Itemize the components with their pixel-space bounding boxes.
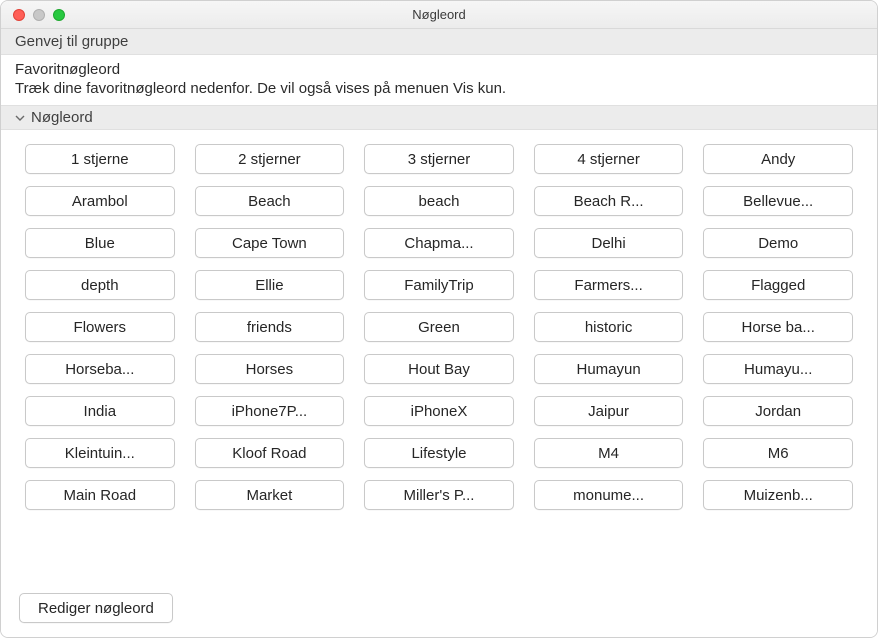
keyword-button[interactable]: FamilyTrip (364, 270, 514, 300)
close-button[interactable] (13, 9, 25, 21)
keyword-button[interactable]: Hout Bay (364, 354, 514, 384)
keyword-button[interactable]: Demo (703, 228, 853, 258)
keyword-button[interactable]: Andy (703, 144, 853, 174)
keyword-button[interactable]: depth (25, 270, 175, 300)
edit-keywords-button[interactable]: Rediger nøgleord (19, 593, 173, 623)
keyword-button[interactable]: iPhoneX (364, 396, 514, 426)
traffic-lights (1, 9, 65, 21)
keyword-button[interactable]: M4 (534, 438, 684, 468)
keyword-button[interactable]: Chapma... (364, 228, 514, 258)
keyword-button[interactable]: historic (534, 312, 684, 342)
keyword-button[interactable]: Market (195, 480, 345, 510)
favorites-title: Favoritnøgleord (15, 61, 863, 78)
keyword-button[interactable]: Miller's P... (364, 480, 514, 510)
chevron-down-icon (15, 113, 25, 123)
window-title: Nøgleord (1, 7, 877, 22)
keyword-button[interactable]: 4 stjerner (534, 144, 684, 174)
keyword-button[interactable]: 3 stjerner (364, 144, 514, 174)
maximize-button[interactable] (53, 9, 65, 21)
keyword-button[interactable]: Kloof Road (195, 438, 345, 468)
keyword-button[interactable]: Beach R... (534, 186, 684, 216)
keyword-button[interactable]: iPhone7P... (195, 396, 345, 426)
keyword-button[interactable]: Ellie (195, 270, 345, 300)
keyword-button[interactable]: Muizenb... (703, 480, 853, 510)
minimize-button[interactable] (33, 9, 45, 21)
keyword-button[interactable]: Horses (195, 354, 345, 384)
keyword-button[interactable]: Bellevue... (703, 186, 853, 216)
keyword-button[interactable]: 2 stjerner (195, 144, 345, 174)
titlebar: Nøgleord (1, 1, 877, 29)
keyword-button[interactable]: Main Road (25, 480, 175, 510)
keyword-button[interactable]: India (25, 396, 175, 426)
keyword-button[interactable]: Lifestyle (364, 438, 514, 468)
keyword-button[interactable]: 1 stjerne (25, 144, 175, 174)
keyword-button[interactable]: Blue (25, 228, 175, 258)
keyword-button[interactable]: Farmers... (534, 270, 684, 300)
keyword-button[interactable]: Horseba... (25, 354, 175, 384)
keywords-section-header[interactable]: Nøgleord (1, 105, 877, 130)
keyword-button[interactable]: Delhi (534, 228, 684, 258)
group-shortcut-header: Genvej til gruppe (1, 29, 877, 55)
keyword-button[interactable]: Jordan (703, 396, 853, 426)
favorites-subtitle: Træk dine favoritnøgleord nedenfor. De v… (15, 80, 863, 97)
keyword-button[interactable]: beach (364, 186, 514, 216)
keyword-button[interactable]: M6 (703, 438, 853, 468)
keyword-button[interactable]: Jaipur (534, 396, 684, 426)
keyword-button[interactable]: monume... (534, 480, 684, 510)
footer: Rediger nøgleord (1, 583, 877, 637)
keyword-button[interactable]: Humayun (534, 354, 684, 384)
keyword-button[interactable]: Cape Town (195, 228, 345, 258)
keywords-header-label: Nøgleord (31, 109, 93, 126)
favorites-section: Favoritnøgleord Træk dine favoritnøgleor… (1, 55, 877, 105)
keyword-button[interactable]: Beach (195, 186, 345, 216)
keyword-button[interactable]: Horse ba... (703, 312, 853, 342)
keyword-button[interactable]: Flagged (703, 270, 853, 300)
keywords-window: Nøgleord Genvej til gruppe Favoritnøgleo… (0, 0, 878, 638)
keyword-button[interactable]: Humayu... (703, 354, 853, 384)
keyword-grid: 1 stjerne 2 stjerner 3 stjerner 4 stjerner A… (1, 130, 877, 583)
keyword-button[interactable]: Flowers (25, 312, 175, 342)
keyword-button[interactable]: friends (195, 312, 345, 342)
keyword-button[interactable]: Arambol (25, 186, 175, 216)
keyword-button[interactable]: Green (364, 312, 514, 342)
keyword-button[interactable]: Kleintuin... (25, 438, 175, 468)
